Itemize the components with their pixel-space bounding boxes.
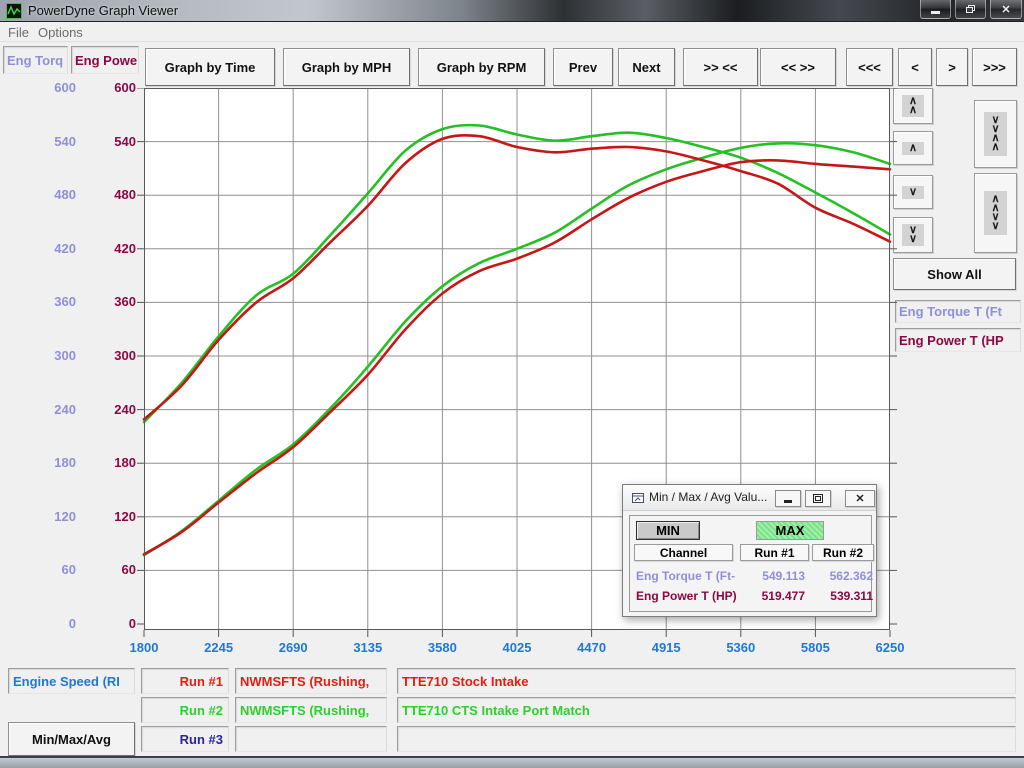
window-title: PowerDyne Graph Viewer <box>28 3 178 18</box>
minmax-row-1-run2-value: 562.362 <box>808 569 873 583</box>
restore-button[interactable] <box>955 0 986 19</box>
run-2-label: Run #2 <box>141 697 229 723</box>
torque-axis-tick-540: 540 <box>16 133 76 151</box>
menu-options[interactable]: Options <box>38 25 83 40</box>
collapse-vertical-button[interactable]: ∨∨∧∧ <box>974 100 1017 168</box>
max-toggle-button[interactable]: MAX <box>756 521 824 540</box>
show-all-button[interactable]: Show All <box>893 258 1016 290</box>
run-3-file <box>235 726 387 752</box>
minimize-icon <box>784 500 792 503</box>
scroll-up-icon: ∧ <box>902 142 924 155</box>
close-icon: ✕ <box>855 492 864 505</box>
page-in-button[interactable]: >> << <box>683 48 758 86</box>
power-axis-tick-120: 120 <box>76 508 136 526</box>
x-axis-channel-label: Engine Speed (RI <box>8 668 135 694</box>
run-1-label: Run #1 <box>141 668 229 694</box>
power-axis-tick-300: 300 <box>76 347 136 365</box>
torque-axis-tick-180: 180 <box>16 454 76 472</box>
torque-axis-tick-300: 300 <box>16 347 76 365</box>
minmax-close-button[interactable]: ✕ <box>845 490 875 507</box>
power-axis-tick-0: 0 <box>76 615 136 633</box>
window-bottom-edge <box>0 756 1024 768</box>
title-bar: PowerDyne Graph Viewer ✕ <box>0 0 1024 22</box>
power-axis-tick-600: 600 <box>76 79 136 97</box>
minmax-minimize-button[interactable] <box>775 490 801 507</box>
expand-vertical-button[interactable]: ∧∧∨∨ <box>974 173 1017 253</box>
run-3-description <box>397 726 1016 752</box>
torque-channel-label: Eng Torque T (Ft <box>895 300 1021 323</box>
minmax-restore-button[interactable] <box>805 490 831 507</box>
scroll-down-icon: ∨ <box>902 186 924 199</box>
minimize-icon <box>931 11 940 14</box>
jump-last-button[interactable]: >>> <box>972 48 1017 86</box>
run-3-label: Run #3 <box>141 726 229 752</box>
graph-by-mph-button[interactable]: Graph by MPH <box>283 48 410 86</box>
step-right-button[interactable]: > <box>936 48 968 86</box>
min-max-avg-button[interactable]: Min/Max/Avg <box>8 722 135 756</box>
torque-axis-tick-360: 360 <box>16 293 76 311</box>
tab-eng-power[interactable]: Eng Powe <box>71 46 139 74</box>
close-button[interactable]: ✕ <box>990 0 1022 19</box>
min-toggle-button[interactable]: MIN <box>636 521 700 540</box>
restore-icon <box>813 494 823 503</box>
restore-icon <box>966 5 975 13</box>
column-header-run2: Run #2 <box>812 544 874 561</box>
minmax-window[interactable]: Min / Max / Avg Valu... ✕ MIN MAX Channe… <box>622 484 877 617</box>
torque-axis-tick-0: 0 <box>16 615 76 633</box>
column-header-channel: Channel <box>634 544 733 561</box>
scroll-up-double-icon: ∧∧ <box>902 95 924 117</box>
minmax-row-2-channel: Eng Power T (HP) <box>636 589 736 603</box>
power-axis-tick-540: 540 <box>76 133 136 151</box>
minmax-title-bar[interactable]: Min / Max / Avg Valu... ✕ <box>623 485 876 511</box>
power-axis-tick-180: 180 <box>76 454 136 472</box>
graph-by-time-button[interactable]: Graph by Time <box>145 48 275 86</box>
torque-axis-tick-420: 420 <box>16 240 76 258</box>
graph-by-rpm-button[interactable]: Graph by RPM <box>418 48 545 86</box>
power-axis-tick-360: 360 <box>76 293 136 311</box>
power-axis-tick-420: 420 <box>76 240 136 258</box>
step-left-button[interactable]: < <box>898 48 932 86</box>
power-axis-tick-480: 480 <box>76 186 136 204</box>
power-axis-tick-240: 240 <box>76 401 136 419</box>
minimize-button[interactable] <box>920 0 951 19</box>
scroll-down-double-icon: ∨∨ <box>902 224 924 246</box>
run-2-description: TTE710 CTS Intake Port Match <box>397 697 1016 723</box>
page-out-button[interactable]: << >> <box>760 48 836 86</box>
torque-axis-tick-60: 60 <box>16 561 76 579</box>
next-button[interactable]: Next <box>618 48 675 86</box>
expand-vertical-icon: ∧∧∨∨ <box>984 191 1006 235</box>
minmax-row-1-run1-value: 549.113 <box>738 569 805 583</box>
run-1-file: NWMSFTS (Rushing, <box>235 668 387 694</box>
jump-first-button[interactable]: <<< <box>846 48 893 86</box>
power-channel-label: Eng Power T (HP <box>895 328 1021 352</box>
run-1-description: TTE710 Stock Intake <box>397 668 1016 694</box>
menu-bar: File Options <box>0 23 1024 42</box>
collapse-vertical-icon: ∨∨∧∧ <box>984 112 1006 156</box>
run-2-file: NWMSFTS (Rushing, <box>235 697 387 723</box>
minmax-row-1-channel: Eng Torque T (Ft- <box>636 569 736 583</box>
torque-axis-tick-120: 120 <box>16 508 76 526</box>
column-header-run1: Run #1 <box>740 544 809 561</box>
minmax-row-2-run2-value: 539.311 <box>808 589 873 603</box>
torque-axis-tick-240: 240 <box>16 401 76 419</box>
prev-button[interactable]: Prev <box>553 48 613 86</box>
app-icon <box>6 3 22 19</box>
minmax-window-icon <box>631 492 645 504</box>
menu-file[interactable]: File <box>8 25 29 40</box>
close-icon: ✕ <box>1001 3 1010 16</box>
power-axis-tick-60: 60 <box>76 561 136 579</box>
torque-axis-tick-480: 480 <box>16 186 76 204</box>
torque-axis-tick-600: 600 <box>16 79 76 97</box>
minmax-window-title: Min / Max / Avg Valu... <box>649 490 767 504</box>
tab-eng-torque[interactable]: Eng Torq <box>3 46 68 74</box>
minmax-row-2-run1-value: 519.477 <box>738 589 805 603</box>
